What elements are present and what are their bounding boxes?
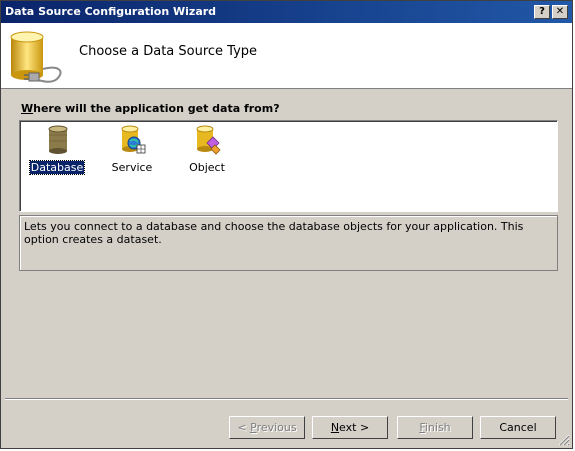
object-icon (196, 125, 221, 155)
type-option-service[interactable]: Service (102, 125, 162, 177)
resize-grip-icon[interactable] (558, 434, 570, 446)
wizard-header: Choose a Data Source Type (1, 23, 572, 89)
type-label-object: Object (189, 161, 225, 174)
type-label-service: Service (111, 161, 153, 174)
finish-button[interactable]: Finish (397, 416, 473, 439)
title-bar[interactable]: Data Source Configuration Wizard ? ✕ (1, 1, 572, 23)
next-button[interactable]: Next > (312, 416, 388, 439)
button-separator (5, 398, 568, 400)
close-button[interactable]: ✕ (552, 5, 568, 19)
wizard-window: Data Source Configuration Wizard ? ✕ Cho… (0, 0, 573, 449)
database-icon (48, 125, 68, 154)
help-button[interactable]: ? (534, 5, 550, 19)
database-plug-icon (10, 31, 62, 83)
data-source-prompt: Where will the application get data from… (21, 102, 280, 115)
type-option-database[interactable]: Database (27, 125, 87, 177)
data-source-type-list[interactable]: Database Service Object (19, 120, 558, 212)
previous-button[interactable]: < Previous (229, 416, 305, 439)
type-label-database: Database (28, 160, 86, 175)
service-icon (121, 125, 146, 154)
window-title: Data Source Configuration Wizard (5, 5, 217, 18)
cancel-button[interactable]: Cancel (480, 416, 556, 439)
type-option-object[interactable]: Object (177, 125, 237, 177)
description-text: Lets you connect to a database and choos… (24, 220, 524, 246)
description-box: Lets you connect to a database and choos… (19, 215, 558, 271)
page-title: Choose a Data Source Type (79, 44, 258, 59)
close-icon: ✕ (555, 6, 565, 17)
